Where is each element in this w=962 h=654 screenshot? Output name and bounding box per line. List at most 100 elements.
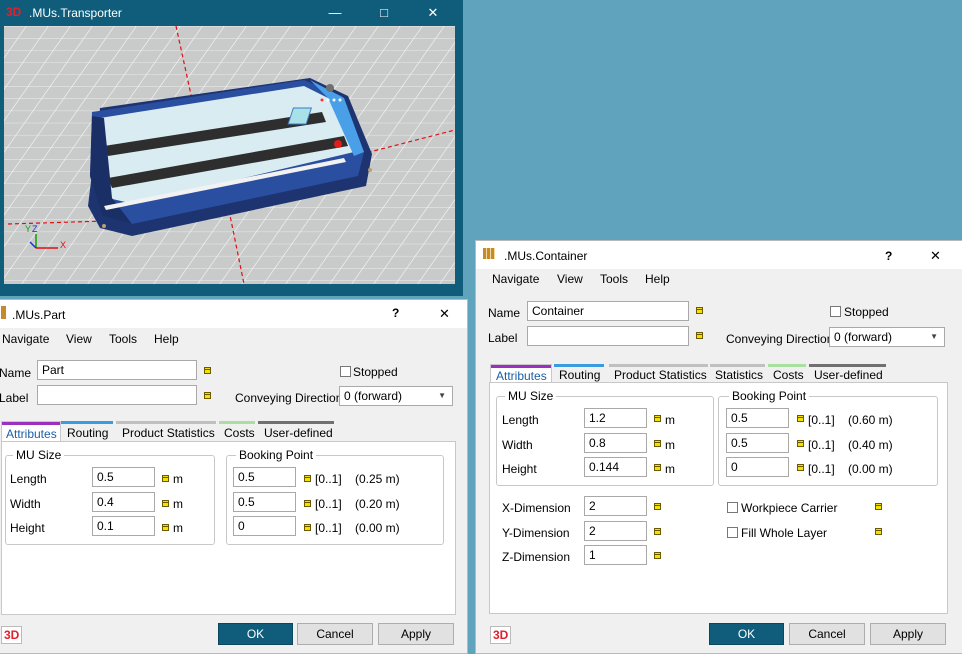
length-field[interactable]: 0.5: [92, 467, 155, 487]
y-dimension-field[interactable]: 2: [584, 521, 647, 541]
length-label: Length: [10, 472, 47, 486]
booking-x-field[interactable]: 0.5: [233, 467, 296, 487]
menu-view[interactable]: View: [66, 332, 92, 346]
3d-view-icon[interactable]: 3D: [1, 626, 23, 644]
booking-point-label: Booking Point: [236, 448, 317, 462]
height-unit: m: [173, 521, 183, 535]
conveying-direction-select[interactable]: 0 (forward) ▼: [829, 327, 945, 347]
name-label: Name: [488, 306, 521, 320]
label-label: Label: [488, 331, 518, 345]
tab-user-defined[interactable]: User-defined: [809, 364, 886, 382]
booking-x-result: (0.60 m): [848, 413, 893, 427]
booking-x-range: [0..1]: [315, 472, 342, 486]
workpiece-carrier-checkbox[interactable]: [727, 502, 738, 513]
fill-whole-layer-checkbox[interactable]: [727, 527, 738, 538]
stopped-label: Stopped: [353, 365, 398, 379]
tab-attributes[interactable]: Attributes: [1, 421, 61, 443]
tab-routing[interactable]: Routing: [554, 364, 604, 382]
part-dialog: .MUs.Part ? ✕ Navigate View Tools Help N…: [0, 299, 468, 654]
name-field[interactable]: Part: [37, 360, 197, 380]
close-button[interactable]: ✕: [930, 248, 941, 264]
ok-button[interactable]: OK: [709, 623, 784, 645]
help-button[interactable]: ?: [392, 306, 399, 320]
tab-product-statistics[interactable]: Product Statistics: [116, 421, 216, 441]
x-dimension-indicator-icon: [654, 503, 661, 510]
tab-costs[interactable]: Costs: [768, 364, 806, 382]
booking-y-field[interactable]: 0.5: [233, 492, 296, 512]
3d-view-icon[interactable]: 3D: [490, 626, 512, 644]
tab-costs[interactable]: Costs: [219, 421, 255, 441]
booking-z-indicator-icon: [304, 524, 311, 531]
close-button[interactable]: ✕: [415, 1, 451, 25]
cancel-button[interactable]: Cancel: [789, 623, 865, 645]
conveying-direction-label: Conveying Direction: [235, 391, 343, 405]
stopped-checkbox[interactable]: [340, 366, 351, 377]
tab-product-statistics[interactable]: Product Statistics: [609, 364, 708, 382]
window-title: .MUs.Transporter: [29, 6, 122, 20]
menu-view[interactable]: View: [557, 272, 583, 286]
tab-user-defined-label: User-defined: [264, 426, 333, 440]
booking-y-field[interactable]: 0.5: [726, 433, 789, 453]
chevron-down-icon: ▼: [930, 332, 938, 341]
width-field[interactable]: 0.8: [584, 433, 647, 453]
tab-statistics[interactable]: Statistics: [710, 364, 765, 382]
tab-product-statistics-label: Product Statistics: [122, 426, 215, 440]
tab-attributes-label: Attributes: [6, 427, 57, 441]
maximize-button[interactable]: □: [366, 1, 402, 25]
part-icon: [1, 306, 6, 319]
menu-help[interactable]: Help: [154, 332, 179, 346]
container-dialog: .MUs.Container ? ✕ Navigate View Tools H…: [475, 240, 962, 654]
transporter-title-bar[interactable]: 3D .MUs.Transporter — □ ✕: [0, 0, 463, 26]
part-menu-bar: Navigate View Tools Help: [0, 328, 467, 350]
width-indicator-icon: [654, 440, 661, 447]
part-title-bar[interactable]: .MUs.Part ? ✕: [0, 300, 467, 328]
x-dimension-field[interactable]: 2: [584, 496, 647, 516]
close-button[interactable]: ✕: [439, 306, 450, 322]
axis-x-label: X: [60, 240, 67, 250]
z-dimension-field[interactable]: 1: [584, 545, 647, 565]
conveying-direction-value: 0 (forward): [834, 330, 893, 344]
apply-button[interactable]: Apply: [378, 623, 454, 645]
stopped-checkbox[interactable]: [830, 306, 841, 317]
help-button[interactable]: ?: [885, 249, 892, 263]
booking-y-indicator-icon: [304, 500, 311, 507]
height-field[interactable]: 0.1: [92, 516, 155, 536]
booking-z-range: [0..1]: [315, 521, 342, 535]
container-icon: [483, 248, 495, 259]
tab-attributes[interactable]: Attributes: [490, 364, 552, 383]
height-label: Height: [10, 521, 45, 535]
tab-routing[interactable]: Routing: [61, 421, 113, 441]
height-indicator-icon: [162, 524, 169, 531]
length-label: Length: [502, 413, 539, 427]
height-field[interactable]: 0.144: [584, 457, 647, 477]
apply-button[interactable]: Apply: [870, 623, 946, 645]
3d-viewport[interactable]: Y Z X: [4, 26, 455, 284]
attributes-panel: MU Size Length 0.5 m Width 0.4 m Height …: [1, 441, 456, 615]
fill-whole-layer-indicator-icon: [875, 528, 882, 535]
menu-navigate[interactable]: Navigate: [2, 332, 49, 346]
menu-tools[interactable]: Tools: [600, 272, 628, 286]
menu-help[interactable]: Help: [645, 272, 670, 286]
length-field[interactable]: 1.2: [584, 408, 647, 428]
stopped-label: Stopped: [844, 305, 889, 319]
label-field[interactable]: [37, 385, 197, 405]
booking-z-field[interactable]: 0: [233, 516, 296, 536]
cancel-button[interactable]: Cancel: [297, 623, 373, 645]
window-title: .MUs.Container: [504, 249, 588, 263]
booking-x-field[interactable]: 0.5: [726, 408, 789, 428]
menu-navigate[interactable]: Navigate: [492, 272, 539, 286]
booking-z-field[interactable]: 0: [726, 457, 789, 477]
booking-y-indicator-icon: [797, 440, 804, 447]
ok-button[interactable]: OK: [218, 623, 293, 645]
label-field[interactable]: [527, 326, 689, 346]
tab-user-defined[interactable]: User-defined: [258, 421, 334, 441]
booking-z-indicator-icon: [797, 464, 804, 471]
minimize-button[interactable]: —: [317, 1, 353, 25]
width-field[interactable]: 0.4: [92, 492, 155, 512]
container-title-bar[interactable]: .MUs.Container ? ✕: [476, 241, 962, 269]
tab-attributes-label: Attributes: [496, 369, 547, 383]
name-field[interactable]: Container: [527, 301, 689, 321]
menu-tools[interactable]: Tools: [109, 332, 137, 346]
conveying-direction-select[interactable]: 0 (forward) ▼: [339, 386, 453, 406]
booking-y-result: (0.40 m): [848, 438, 893, 452]
